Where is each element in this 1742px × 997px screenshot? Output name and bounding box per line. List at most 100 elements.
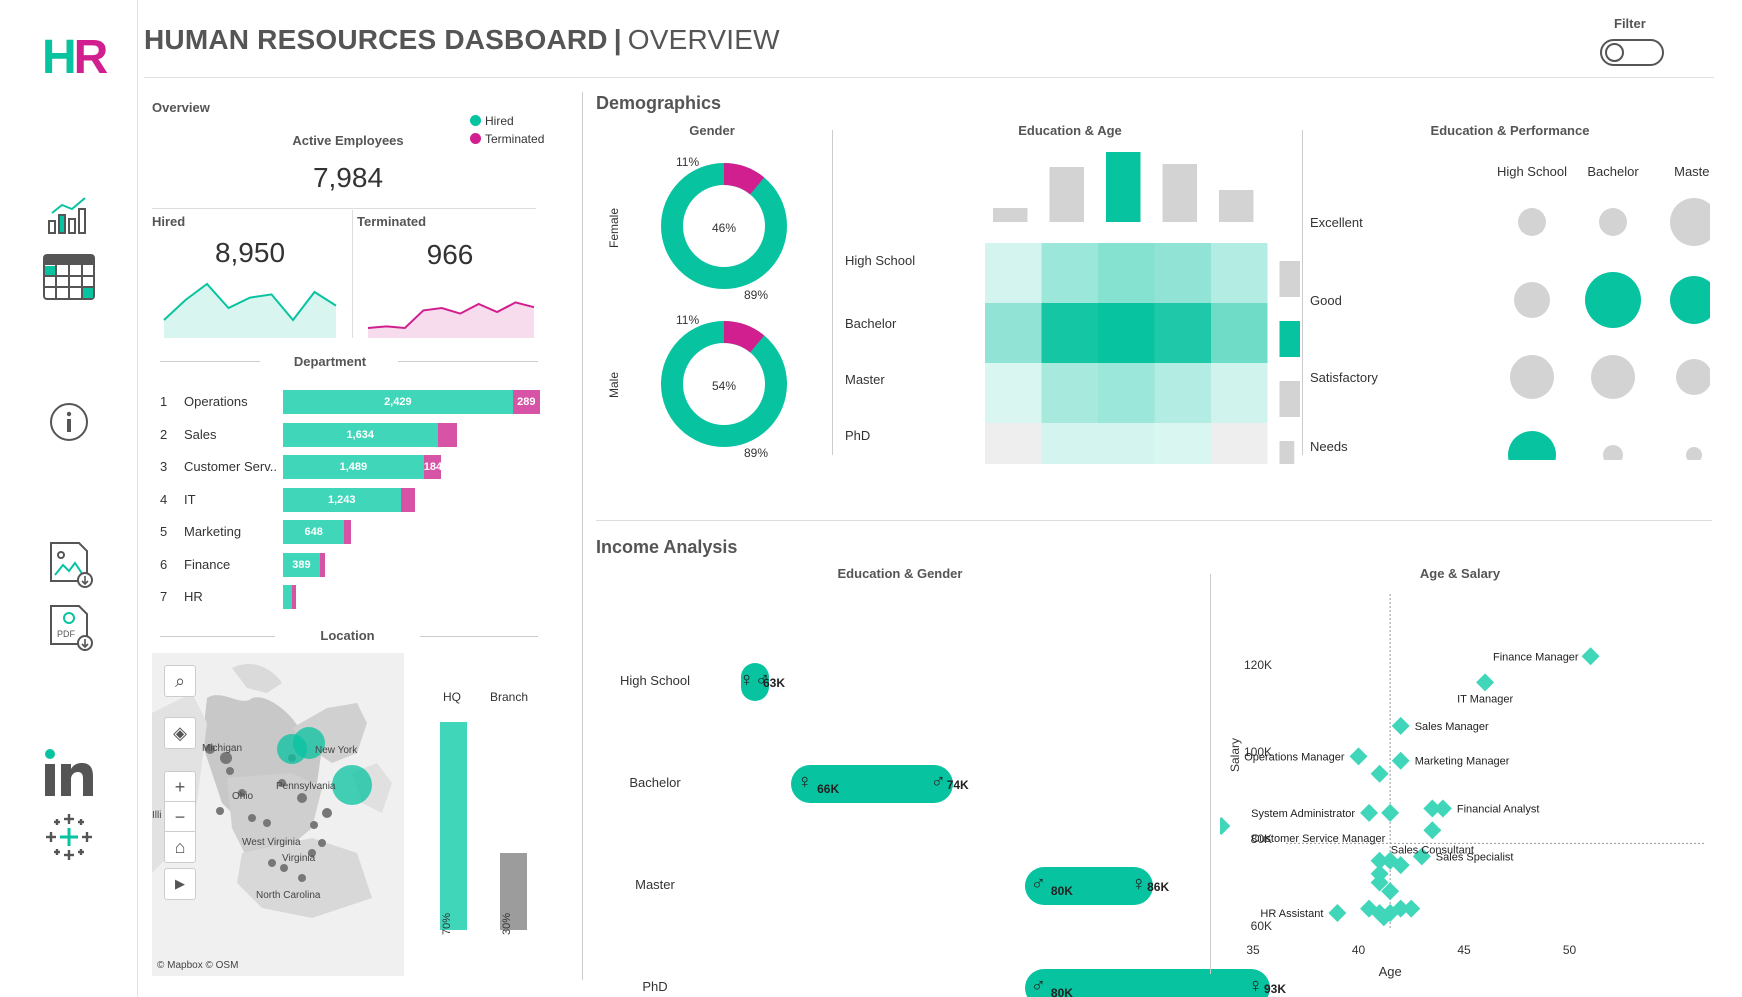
female-label: Female [607,207,621,248]
calendar-grid-icon[interactable] [43,254,95,300]
hired-value: 8,950 [214,237,286,268]
heat-cell [1098,243,1155,303]
play-icon: ▶ [175,876,185,891]
scatter-point [1328,903,1347,922]
sidebar: HR PDF [0,0,138,997]
perf-bubble [1585,272,1641,328]
perf-row-label: Satisfactory [1310,370,1378,385]
heat-cell [1154,363,1211,423]
perf-bubble [1591,355,1635,399]
female-share: 46% [711,221,737,235]
layers-icon: ◈ [173,722,187,743]
perf-bubble [1514,282,1550,318]
active-employees-value: 7,984 [312,162,384,193]
scatter-point-label: Customer Service Manager [1251,833,1385,845]
scatter-point-label: Sales Specialist [1436,851,1514,863]
chart-icon[interactable] [47,195,91,235]
department-name: HR [184,589,203,604]
perf-bubble [1599,208,1627,236]
perf-col-label: Master [1674,164,1710,179]
perf-bubble [1510,355,1554,399]
terminated-bar [292,585,297,609]
map-search-button[interactable]: ⌕ [164,665,196,697]
income-value-high: 93K [1264,982,1287,996]
department-name: IT [184,491,196,507]
map-label-ohio: Ohio [232,791,254,802]
linkedin-icon[interactable] [44,748,94,798]
map-zoom-out-button[interactable]: − [164,801,196,833]
income-value-high: 74K [946,778,969,792]
terminated-sparkline [367,301,535,338]
map-layers-button[interactable]: ◈ [164,717,196,749]
department-row[interactable]: 3 Customer Serv.. 1,489 184 [160,455,560,479]
terminated-bar: 289 [512,390,540,414]
home-icon: ⌂ [174,836,186,857]
active-employees-label: Active Employees [292,133,404,148]
location-map[interactable]: Michigan New York Ohio Pennsylvania West… [152,653,404,976]
income-value-low: 66K [817,782,840,796]
scatter-point [1220,816,1231,835]
heat-cell [1098,303,1155,363]
demo-divider-1 [832,130,833,455]
hr-logo: HR [42,31,108,84]
heat-cell [1041,303,1098,363]
hired-bar: 1,634 [283,422,438,447]
heat-cell [1041,363,1098,423]
hired-bar: 2,429 [283,390,513,414]
map-zoom-in-button[interactable]: + [164,771,196,803]
department-name: Sales [184,426,217,442]
pdf-download-icon[interactable]: PDF [49,604,95,652]
perf-row-label: Good [1310,293,1342,308]
filter-label: Filter [1614,16,1646,31]
scatter-point [1370,764,1389,783]
toggle-knob [1605,43,1624,62]
edu-label-high-school: High School [845,253,916,268]
heat-cell [985,243,1042,303]
edu-perf-bubbles: High SchoolBachelorMasterPhDExcellentGoo… [1310,164,1710,460]
terminated-bar [400,487,415,512]
edu-gender-title: Education & Gender [837,566,963,581]
perf-bubble [1670,276,1710,324]
department-row[interactable]: 6 Finance 389 [160,552,560,577]
department-row[interactable]: 2 Sales 1,634 [160,422,560,447]
info-icon[interactable] [49,402,89,442]
male-icon: ♂ [930,771,946,793]
demo-divider-2 [1302,130,1303,455]
scatter-point-label: Financial Analyst [1457,804,1540,816]
filter-toggle[interactable] [1600,39,1664,66]
gender-title: Gender [689,123,735,138]
edu-label-bachelor: Bachelor [845,316,897,331]
image-download-icon[interactable] [49,541,95,589]
scatter-point [1391,751,1410,770]
male-terminated-pct: 11% [676,313,700,327]
perf-bubble [1670,198,1710,246]
department-row[interactable]: 5 Marketing 648 [160,520,560,544]
heat-cell [1211,303,1268,363]
map-home-button[interactable]: ⌂ [164,831,196,863]
department-row[interactable]: 1 Operations 2,429 289 [160,390,560,414]
scatter-point [1433,799,1452,818]
map-credit: © Mapbox © OSM [157,960,239,971]
heat-cell [985,363,1042,423]
department-title: Department [293,354,367,369]
income-edu-label: PhD [642,979,668,994]
loc-rule-right [420,636,538,637]
scatter-point [1476,673,1495,692]
scatter-point [1581,647,1600,666]
heat-cell [1098,423,1155,464]
y-tick-label: 120K [1244,658,1272,672]
tableau-icon[interactable] [44,812,94,862]
donut-terminated-arc [723,321,765,353]
map-label-north-carolina: North Carolina [256,890,321,901]
department-row[interactable]: 7 HR [160,585,560,609]
male-share: 54% [711,379,737,393]
department-name: Finance [184,556,231,572]
scatter-point-label: Finance Manager [1493,651,1579,663]
edu-total-bar [1279,261,1300,297]
y-tick-label: 60K [1251,919,1272,933]
department-rank: 1 [160,394,168,409]
map-play-button[interactable]: ▶ [164,868,196,900]
terminated-bar [437,422,458,447]
header-divider [144,77,1714,78]
department-row[interactable]: 4 IT 1,243 [160,487,560,512]
